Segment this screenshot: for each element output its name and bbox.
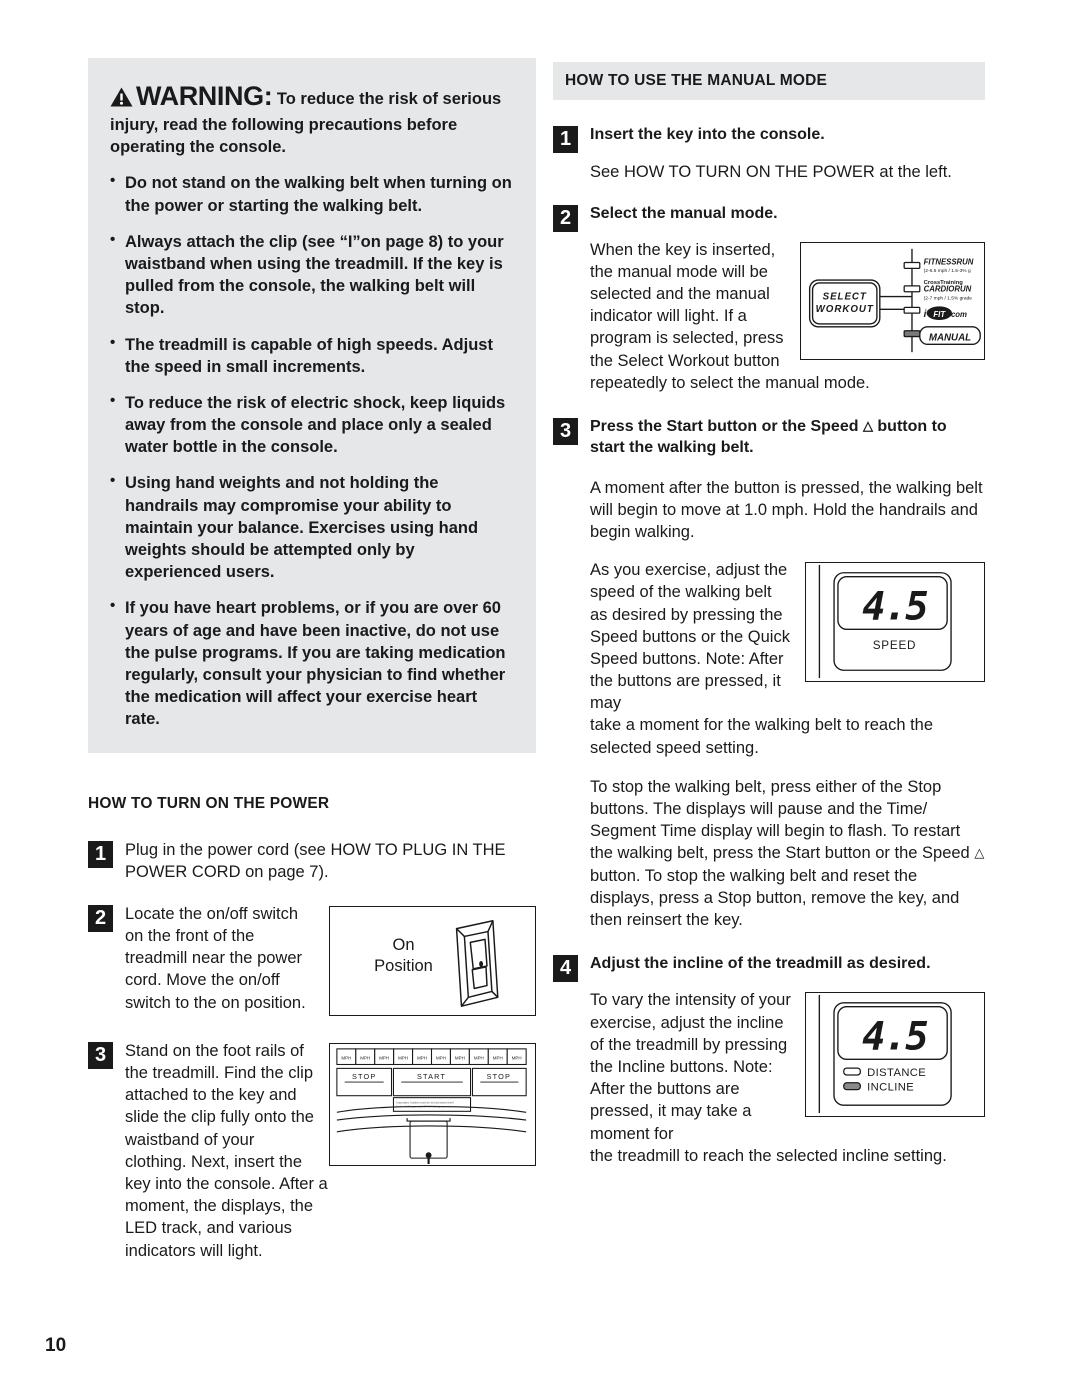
warning-bullet: Always attach the clip (see “I”on page 8… [110,230,514,320]
svg-text:SELECT: SELECT [823,291,867,302]
manual-step-3-title: Press the Start button or the Speed △ bu… [590,416,985,459]
svg-text:MPH: MPH [398,1056,408,1061]
svg-text:MPH: MPH [379,1056,389,1061]
manual-step-4-body-wrap: To vary the intensity of your exercise, … [590,991,791,1143]
svg-text:STOP: STOP [487,1072,511,1081]
manual-step-1: 1 Insert the key into the console. [553,124,985,153]
manual-step-3-title-a: Press the Start button or the Speed [590,418,859,436]
svg-text:CARDIORUN: CARDIORUN [924,284,972,293]
manual-step-3-body3-a: To stop the walking belt, press either o… [590,777,970,863]
warning-triangle-icon [110,87,133,107]
svg-text:INCLINE: INCLINE [867,1082,914,1094]
power-step-3: 3 MPH MPH MPH MPH MPH MPH MPH MPH MPH MP… [88,1040,536,1262]
manual-step-3: 3 Press the Start button or the Speed △ … [553,416,985,459]
svg-text:MPH: MPH [436,1056,446,1061]
manual-step-3-body3-b: button. To stop the walking belt and res… [590,866,960,929]
power-section-heading: HOW TO TURN ON THE POWER [88,794,330,812]
manual-step-2-title: Select the manual mode. [590,205,778,223]
manual-step-1-title: Insert the key into the console. [590,126,825,143]
warning-bullet: The treadmill is capable of high speeds.… [110,333,514,378]
warning-box: WARNING: To reduce the risk of serious i… [88,58,536,753]
svg-text:FIT: FIT [933,310,946,319]
svg-text:FITNESSRUN: FITNESSRUN [924,257,974,266]
svg-text:before folding treadmill into: before folding treadmill into storage po… [396,1104,453,1108]
warning-bullet: Do not stand on the walking belt when tu… [110,171,514,216]
warning-heading: WARNING: To reduce the risk of serious i… [110,78,514,158]
manual-step-2-body-wrap: When the key is inserted, the manual mod… [590,240,784,370]
svg-text:WORKOUT: WORKOUT [816,304,874,315]
speed-caption-text: SPEED [873,639,917,652]
incline-display-figure: 4.5 DISTANCE INCLINE 4.5 DISTANCE INCLIN… [805,992,985,1118]
manual-step-4-title: Adjust the incline of the treadmill as d… [590,955,931,973]
svg-text:MPH: MPH [341,1056,351,1061]
step-number-badge: 1 [553,126,578,153]
svg-text:MPH: MPH [493,1056,503,1061]
warning-bullet: Using hand weights and not holding the h… [110,471,514,583]
svg-text:(2-6.5 mph / 1.5-3% g: (2-6.5 mph / 1.5-3% g [924,268,971,274]
manual-section-heading: HOW TO USE THE MANUAL MODE [553,62,985,100]
manual-step-4-body-block: 4.5 DISTANCE INCLINE 4.5 DISTANCE INCLIN… [553,989,985,1167]
power-step-1: 1 Plug in the power cord (see HOW TO PLU… [88,839,536,883]
console-keypad-figure: MPH MPH MPH MPH MPH MPH MPH MPH MPH MPH STOP … [329,1042,536,1166]
step-number-badge: 2 [88,904,113,932]
wall-switch-drawing [455,919,499,1007]
speed-value-text: 4.5 [862,585,927,630]
svg-text:MPH: MPH [455,1056,465,1061]
manual-page: WARNING: To reduce the risk of serious i… [0,0,1080,1397]
svg-text:MPH: MPH [360,1056,370,1061]
svg-text:START: START [417,1072,446,1081]
power-step-2: 2 On Position Locate the on/off switch o… [88,903,536,1018]
step-number-badge: 4 [553,955,578,983]
incline-display-drawing: 4.5 DISTANCE INCLINE [818,995,952,1114]
svg-text:com: com [951,310,967,319]
step-number-badge: 2 [553,205,578,233]
console-drawing: MPH MPH MPH MPH MPH MPH MPH MPH MPH MPH STOP … [336,1048,527,1164]
select-workout-drawing: SELECT WORKOUT FITNESSRUN (2-6.5 mph / 1… [808,248,981,352]
left-column: WARNING: To reduce the risk of serious i… [88,58,536,1262]
warning-bullet: If you have heart problems, or if you ar… [110,596,514,730]
svg-text:i: i [924,309,927,320]
right-column: HOW TO USE THE MANUAL MODE 1 Insert the … [553,62,985,1167]
manual-step-2-body-after: repeatedly to select the manual mode. [590,373,870,392]
power-step-2-text: Locate the on/off switch on the front of… [125,904,306,1012]
step-number-badge: 3 [88,1041,113,1069]
manual-step-2: 2 Select the manual mode. [553,203,985,233]
speed-display-drawing: 4.5 SPEED [818,565,952,679]
svg-text:STOP: STOP [352,1072,376,1081]
svg-text:MPH: MPH [474,1056,484,1061]
manual-step-3-body2-block: 4.5 SPEED 4.5 SPEED As you exercise, adj… [553,559,985,759]
svg-text:MPH: MPH [512,1056,522,1061]
power-step-1-text: Plug in the power cord (see HOW TO PLUG … [125,840,506,881]
manual-step-3-body1: A moment after the button is pressed, th… [590,478,983,541]
step-number-badge: 1 [88,840,113,868]
manual-step-3-body2-after: take a moment for the walking belt to re… [590,716,934,757]
warning-bullet-list: Do not stand on the walking belt when tu… [110,171,514,730]
on-position-switch-figure: On Position [329,905,536,1016]
manual-step-3-body2-wrap: As you exercise, adjust the speed of the… [590,561,790,713]
page-number: 10 [45,1335,67,1356]
manual-step-2-body-block: SELECT WORKOUT FITNESSRUN (2-6.5 mph / 1… [553,239,985,394]
warning-word: WARNING [136,81,264,111]
power-step-3-text: Stand on the foot rails of the treadmill… [125,1041,328,1260]
speed-display-figure: 4.5 SPEED 4.5 SPEED [805,562,985,683]
power-section: HOW TO TURN ON THE POWER 1 Plug in the p… [88,795,536,1262]
step-number-badge: 3 [553,418,578,446]
manual-step-1-body: See HOW TO TURN ON THE POWER at the left… [590,163,952,182]
manual-step-4-body-after: the treadmill to reach the selected incl… [590,1146,947,1165]
warning-bullet: To reduce the risk of electric shock, ke… [110,391,514,459]
manual-step-3-body3: To stop the walking belt, press either o… [553,776,985,931]
svg-text:MANUAL: MANUAL [929,332,971,343]
speed-up-triangle-icon: △ [862,418,873,434]
incline-value-text: 4.5 [862,1015,927,1060]
speed-up-triangle-icon: △ [974,845,985,861]
select-workout-figure: SELECT WORKOUT FITNESSRUN (2-6.5 mph / 1… [800,241,985,360]
svg-text:(2-7 mph / 1.5% grade: (2-7 mph / 1.5% grade [924,295,973,301]
warning-colon: : [263,81,273,111]
svg-text:MPH: MPH [417,1056,427,1061]
manual-step-4: 4 Adjust the incline of the treadmill as… [553,953,985,983]
svg-text:DISTANCE: DISTANCE [867,1067,926,1079]
